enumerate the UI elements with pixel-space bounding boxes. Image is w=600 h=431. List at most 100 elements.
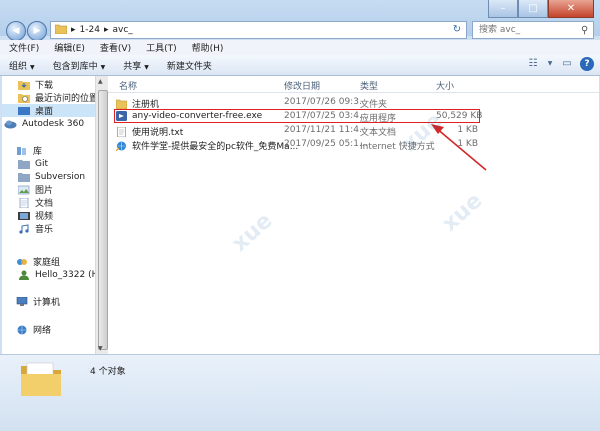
dropdown-arrow-icon: ▼: [100, 63, 106, 71]
organize-button[interactable]: 组织 ▼: [0, 59, 44, 72]
sidebar-item-network[interactable]: 网络: [16, 323, 95, 336]
details-pane: 4 个对象: [0, 354, 600, 431]
sidebar-item-homegroup[interactable]: 家庭组: [16, 255, 95, 268]
column-date-modified[interactable]: 修改日期: [284, 79, 320, 92]
cloud-drive-icon: [4, 119, 17, 129]
table-row[interactable]: 使用说明.txt 2017/11/21 11:4... 文本文档 1 KB: [116, 125, 488, 138]
sidebar-item-label: 视频: [35, 212, 54, 222]
menu-file[interactable]: 文件(F): [0, 41, 45, 54]
breadcrumb-avc[interactable]: avc_: [113, 25, 133, 35]
search-icon[interactable]: ⚲: [581, 25, 588, 36]
sidebar-item-label: Git: [35, 158, 49, 169]
new-folder-button[interactable]: 新建文件夹: [158, 59, 221, 72]
file-type: Internet 快捷方式: [360, 142, 435, 152]
close-button[interactable]: ✕: [548, 0, 594, 18]
column-header: 名称 修改日期 类型 大小: [108, 76, 599, 93]
sidebar-item-label: 家庭组: [33, 258, 61, 268]
forward-arrow-icon: ▶: [33, 26, 41, 36]
file-date: 2017/09/25 05:1...: [284, 139, 368, 149]
sidebar-item-autodesk-360[interactable]: Autodesk 360: [4, 117, 95, 130]
dropdown-arrow-icon: ▼: [144, 63, 149, 71]
share-button[interactable]: 共享 ▼: [114, 59, 158, 72]
sidebar-item-label: Autodesk 360: [22, 118, 85, 129]
navigation-pane: 下载 最近访问的位置 桌面 Autodesk 360 库 Git Subvers…: [2, 76, 95, 354]
scroll-down-icon[interactable]: ▼: [98, 345, 103, 352]
minimize-button[interactable]: –: [488, 0, 518, 18]
window-controls: – □ ✕: [488, 0, 594, 18]
help-icon[interactable]: ?: [580, 57, 594, 71]
internet-shortcut-icon: [115, 141, 127, 151]
scroll-up-icon[interactable]: ▲: [98, 78, 103, 85]
text-file-icon: [116, 126, 127, 137]
table-row[interactable]: 软件学堂-提供最安全的pc软件_免费Ma... 2017/09/25 05:1.…: [115, 139, 488, 152]
include-in-library-button[interactable]: 包含到库中 ▼: [44, 59, 115, 72]
breadcrumb-1-24[interactable]: 1-24: [80, 25, 100, 35]
command-bar: 组织 ▼ 包含到库中 ▼ 共享 ▼ 新建文件夹 ☷ ▼ ▭ ?: [0, 55, 600, 76]
status-item-count: 4 个对象: [90, 367, 126, 377]
file-date: 2017/07/26 09:3...: [284, 97, 368, 107]
recent-places-icon: [18, 93, 30, 103]
sidebar-item-recent-places[interactable]: 最近访问的位置: [18, 91, 95, 104]
address-bar[interactable]: ▸ 1-24 ▸ avc_ ↻: [50, 21, 467, 39]
sidebar-item-music[interactable]: 音乐: [18, 222, 95, 235]
sidebar-item-subversion[interactable]: Subversion: [18, 170, 95, 183]
address-separator[interactable]: ▸: [104, 25, 109, 35]
folder-icon: [19, 360, 63, 398]
menu-view[interactable]: 查看(V): [91, 41, 137, 54]
column-size[interactable]: 大小: [436, 79, 454, 92]
sidebar-item-documents[interactable]: 文档: [18, 196, 95, 209]
file-type: 文本文档: [360, 128, 397, 138]
sidebar-item-label: 最近访问的位置: [35, 94, 95, 104]
dropdown-arrow-icon: ▼: [30, 63, 35, 71]
menu-help[interactable]: 帮助(H): [183, 41, 230, 54]
scrollbar-thumb[interactable]: [98, 90, 108, 350]
folder-icon: [115, 99, 128, 109]
view-dropdown-icon[interactable]: ▼: [546, 57, 554, 71]
preview-pane-icon[interactable]: ▭: [560, 57, 574, 71]
pictures-icon: [17, 185, 30, 195]
column-type[interactable]: 类型: [360, 79, 378, 92]
computer-icon: [16, 296, 28, 307]
view-options-icon[interactable]: ☷: [526, 57, 540, 71]
file-date: 2017/11/21 11:4...: [284, 125, 368, 135]
maximize-button[interactable]: □: [518, 0, 548, 18]
search-box[interactable]: ⚲: [472, 21, 594, 39]
folder-icon: [18, 159, 30, 169]
sidebar-item-desktop[interactable]: 桌面: [2, 104, 95, 117]
sidebar-item-computer[interactable]: 计算机: [16, 295, 95, 308]
file-name: 使用说明.txt: [132, 128, 184, 138]
navigation-scrollbar[interactable]: ▲ ▼: [95, 76, 108, 354]
folder-icon: [18, 172, 30, 182]
sidebar-item-videos[interactable]: 视频: [18, 209, 95, 222]
sidebar-item-label: 图片: [35, 186, 54, 196]
search-input[interactable]: [473, 24, 581, 36]
organize-label: 组织: [9, 61, 28, 72]
share-label: 共享: [123, 61, 142, 72]
address-separator[interactable]: ▸: [71, 25, 76, 35]
sidebar-item-git[interactable]: Git: [18, 157, 95, 170]
back-arrow-icon: ◀: [12, 26, 20, 36]
menu-edit[interactable]: 编辑(E): [45, 41, 91, 54]
new-folder-label: 新建文件夹: [166, 61, 212, 72]
sidebar-item-libraries[interactable]: 库: [16, 144, 95, 157]
forward-button[interactable]: ▶: [27, 21, 47, 41]
sidebar-item-label: 计算机: [33, 298, 61, 308]
include-in-library-label: 包含到库中: [52, 61, 98, 72]
toolbar-right: ☷ ▼ ▭ ?: [526, 57, 594, 71]
file-size: 1 KB: [457, 125, 478, 135]
user-icon: [18, 270, 30, 280]
download-folder-icon: [18, 80, 30, 90]
menu-tools[interactable]: 工具(T): [137, 41, 183, 54]
folder-icon: [54, 24, 68, 37]
sidebar-item-user[interactable]: Hello_3322 (HEL: [18, 268, 95, 281]
music-icon: [18, 223, 30, 234]
documents-icon: [18, 197, 30, 208]
highlight-box: [114, 109, 480, 123]
sidebar-item-pictures[interactable]: 图片: [17, 183, 95, 196]
sidebar-item-label: 下载: [35, 81, 54, 91]
refresh-icon[interactable]: ↻: [450, 23, 464, 37]
sidebar-item-downloads[interactable]: 下载: [18, 78, 95, 91]
back-button[interactable]: ◀: [6, 21, 26, 41]
sidebar-item-label: 库: [33, 147, 43, 157]
column-name[interactable]: 名称: [119, 79, 137, 92]
